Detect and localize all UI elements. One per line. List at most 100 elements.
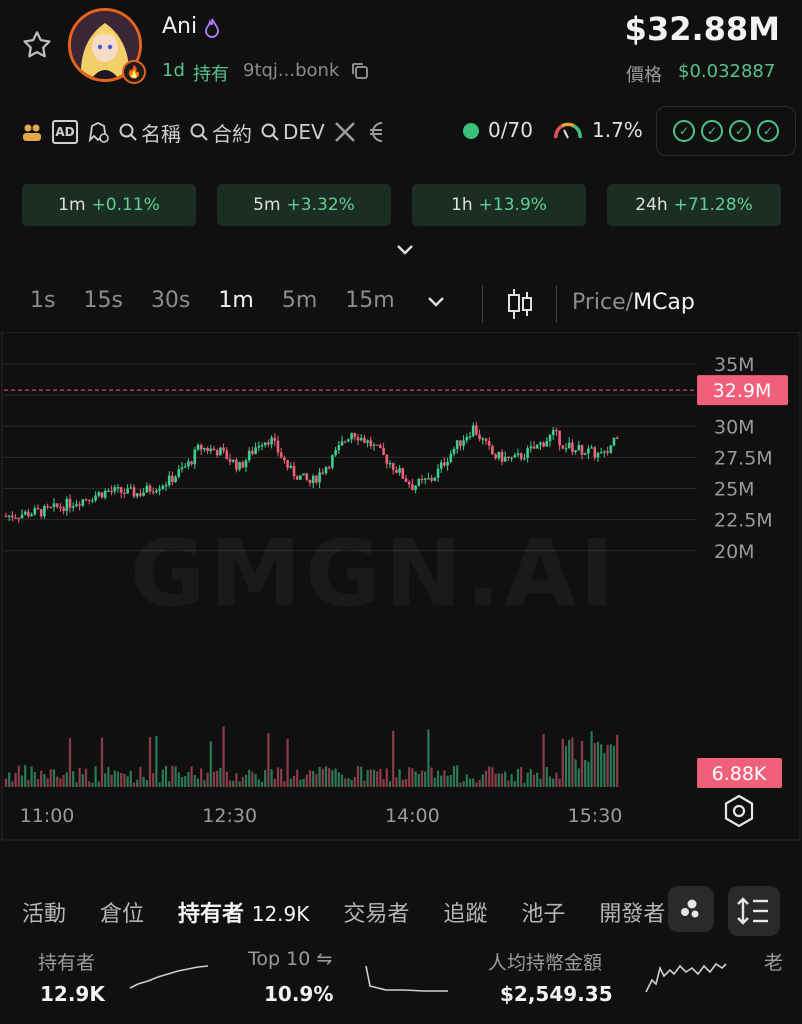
period-change: +71.28% bbox=[673, 195, 753, 215]
volume-bar bbox=[606, 744, 609, 787]
price-mcap-toggle[interactable]: Price/MCap bbox=[572, 290, 695, 315]
candle-body bbox=[132, 487, 136, 497]
stat-avg-value: $2,549.35 bbox=[500, 982, 613, 1006]
candle-body bbox=[359, 437, 363, 441]
candle-body bbox=[49, 506, 53, 509]
candle-body bbox=[571, 442, 574, 453]
volume-bar bbox=[136, 779, 139, 787]
candle-body bbox=[590, 447, 593, 449]
volume-bar bbox=[139, 766, 142, 787]
stat-holders-label: 持有者 bbox=[38, 952, 96, 974]
candle-body bbox=[17, 517, 21, 519]
volume-bar bbox=[536, 772, 539, 787]
candle-body bbox=[411, 484, 414, 490]
interval-15m[interactable]: 15m bbox=[345, 288, 394, 313]
volume-bar bbox=[449, 774, 452, 787]
volume-bar bbox=[52, 769, 56, 787]
tab-pools[interactable]: 池子 bbox=[521, 896, 565, 928]
search-name-button[interactable]: 名稱 bbox=[118, 118, 181, 147]
volume-bar bbox=[369, 769, 372, 787]
interval-1s[interactable]: 1s bbox=[30, 288, 55, 313]
chevron-down-icon[interactable] bbox=[425, 290, 447, 312]
period-change: +13.9% bbox=[478, 195, 547, 215]
sort-lines-icon bbox=[737, 897, 768, 925]
candle-body bbox=[164, 485, 168, 487]
candle-body bbox=[7, 515, 11, 517]
contract-address[interactable]: 9tqj...bonk bbox=[243, 60, 339, 81]
tab-developer[interactable]: 開發者 bbox=[599, 896, 665, 928]
candle-body bbox=[228, 459, 232, 462]
volume-bar bbox=[414, 771, 417, 787]
candle-body bbox=[55, 503, 59, 507]
volume-bar bbox=[472, 778, 475, 787]
bubble-map-button[interactable] bbox=[668, 886, 714, 932]
chart-settings-icon[interactable] bbox=[724, 794, 754, 828]
period-24h[interactable]: 24h +71.28% bbox=[607, 184, 781, 226]
volume-bar bbox=[366, 770, 369, 787]
tab-positions[interactable]: 倉位 bbox=[100, 896, 144, 928]
candle-body bbox=[427, 478, 430, 480]
interval-5m[interactable]: 5m bbox=[282, 288, 317, 313]
tab-activity[interactable]: 活動 bbox=[22, 896, 66, 928]
search-contract-button[interactable]: 合約 bbox=[189, 118, 252, 147]
candle-body bbox=[123, 492, 126, 494]
volume-bar bbox=[46, 778, 49, 787]
favorite-star-icon[interactable] bbox=[20, 28, 54, 62]
candle-body bbox=[462, 440, 465, 446]
ghost-search-icon[interactable] bbox=[86, 120, 110, 144]
candle-body bbox=[311, 475, 315, 484]
period-5m[interactable]: 5m +3.32% bbox=[217, 184, 391, 226]
candle-body bbox=[487, 440, 491, 446]
candle-body bbox=[465, 436, 469, 441]
swap-icon: ⇋ bbox=[316, 948, 333, 970]
volume-bar bbox=[260, 781, 264, 787]
candle-body bbox=[193, 449, 197, 465]
volume-bar bbox=[161, 769, 164, 787]
candle-body bbox=[4, 515, 8, 518]
tab-traders[interactable]: 交易者 bbox=[343, 896, 409, 928]
market-cap: $32.88M bbox=[624, 10, 780, 48]
holders-sparkline bbox=[129, 965, 209, 989]
users-icon[interactable] bbox=[20, 120, 44, 144]
interval-1m[interactable]: 1m bbox=[218, 288, 253, 313]
sort-button[interactable] bbox=[728, 886, 780, 936]
candle-body bbox=[75, 504, 78, 507]
volume-bar bbox=[312, 771, 315, 787]
volume-bar bbox=[273, 778, 276, 787]
tab-tracking[interactable]: 追蹤 bbox=[443, 896, 487, 928]
volume-bar bbox=[43, 774, 46, 787]
token-name: Ani bbox=[162, 14, 198, 39]
flame-icon bbox=[204, 18, 220, 43]
volume-bar bbox=[516, 768, 520, 787]
volume-bar bbox=[324, 766, 328, 787]
security-checks[interactable]: ✓ ✓ ✓ ✓ bbox=[656, 106, 796, 156]
interval-15s[interactable]: 15s bbox=[83, 288, 122, 313]
period-1m[interactable]: 1m +0.11% bbox=[22, 184, 196, 226]
stat-holders-value: 12.9K bbox=[40, 982, 105, 1006]
volume-bar bbox=[401, 779, 404, 787]
x-tick-label: 11:00 bbox=[20, 805, 75, 827]
candle-body bbox=[443, 462, 446, 466]
x-social-icon[interactable] bbox=[333, 120, 357, 144]
candle-body bbox=[299, 475, 302, 480]
period-1h[interactable]: 1h +13.9% bbox=[412, 184, 586, 226]
pump-icon[interactable] bbox=[365, 120, 389, 144]
search-dev-button[interactable]: DEV bbox=[260, 120, 325, 144]
volume-bar bbox=[174, 766, 177, 787]
candle-body bbox=[545, 441, 549, 447]
tab-holders[interactable]: 持有者 12.9K bbox=[178, 896, 309, 928]
candle-body bbox=[97, 492, 101, 496]
chevron-down-icon[interactable] bbox=[394, 238, 416, 260]
interval-30s[interactable]: 30s bbox=[151, 288, 190, 313]
candle-body bbox=[174, 476, 177, 483]
volume-bar bbox=[17, 765, 20, 787]
copy-icon[interactable] bbox=[350, 61, 370, 81]
candle-body bbox=[558, 430, 561, 446]
candlestick-icon[interactable] bbox=[506, 286, 534, 322]
volume-bar bbox=[372, 769, 376, 787]
stat-top10-label[interactable]: Top 10 ⇋ bbox=[248, 948, 332, 970]
volume-bar bbox=[443, 770, 446, 787]
volume-bar bbox=[193, 775, 196, 787]
ad-icon[interactable]: AD bbox=[52, 120, 78, 144]
candle-body bbox=[161, 485, 165, 489]
